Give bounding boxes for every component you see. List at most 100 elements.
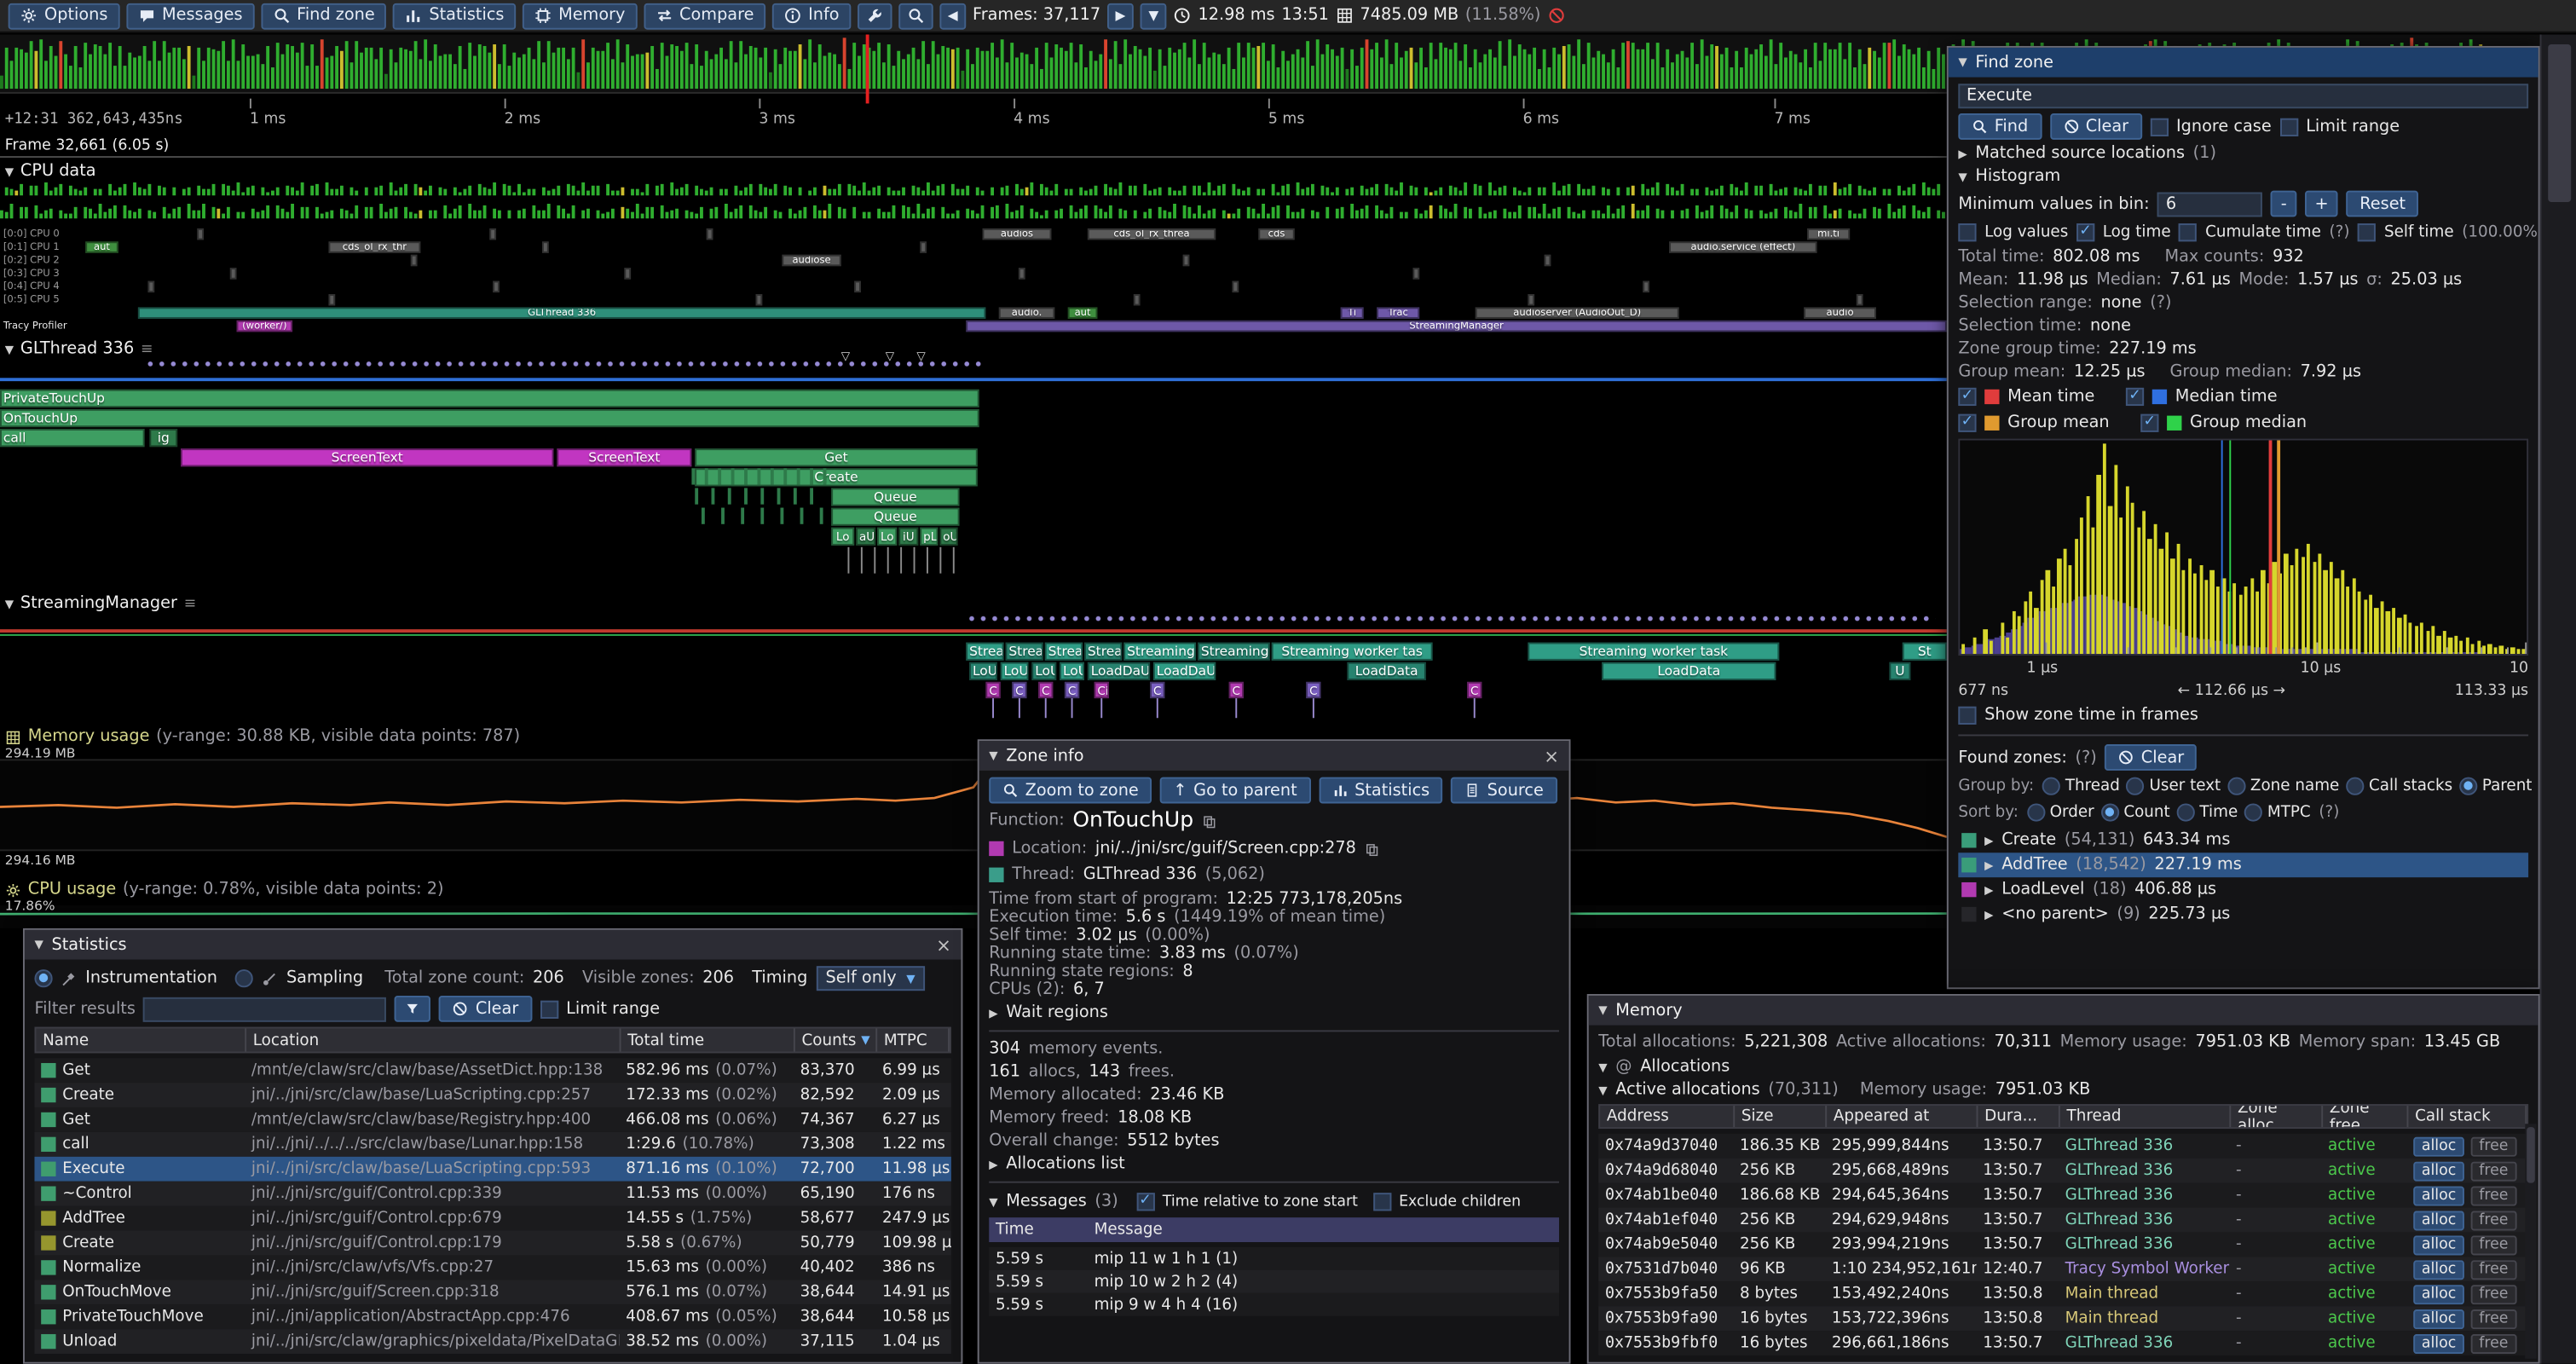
glthread-message-dots[interactable] [145, 360, 983, 368]
collapsed-zone-marker[interactable]: ▽ [916, 350, 925, 363]
group-median-checkbox[interactable]: ✓ [2140, 414, 2158, 432]
stats-clear-button[interactable]: Clear [439, 996, 531, 1022]
column-header[interactable]: Zone alloc [2231, 1106, 2323, 1127]
allocation-row[interactable]: 0x74ab9e5040 256 KB 293,994,219ns 13:50.… [1598, 1232, 2528, 1257]
cpu-zone[interactable] [854, 281, 861, 292]
free-callstack-button[interactable]: free [2471, 1186, 2516, 1205]
column-header[interactable]: Name [36, 1028, 246, 1051]
info-button[interactable]: Info [772, 3, 851, 29]
zone[interactable]: Streaming [1198, 643, 1270, 661]
zone[interactable]: Strea [1006, 643, 1043, 661]
find-zone-query-input[interactable] [1958, 84, 2528, 108]
cpu-zone[interactable]: aut [1068, 307, 1098, 318]
cpu-zone[interactable]: (worker/) [237, 321, 293, 332]
cpu-zone[interactable]: audio. [999, 307, 1055, 318]
ignore-case-checkbox[interactable] [2150, 118, 2168, 136]
zone[interactable]: iU [898, 528, 918, 546]
zone[interactable]: Create [695, 468, 977, 486]
zone-time-histogram[interactable] [1958, 439, 2528, 656]
zone[interactable]: Queue [831, 508, 959, 526]
column-header[interactable]: MTPC [877, 1028, 950, 1051]
cpu-zone[interactable]: aut [85, 241, 118, 252]
group-by-option[interactable]: Thread [2042, 777, 2120, 795]
cpu-data-header[interactable]: ▼ CPU data [5, 163, 96, 181]
column-header[interactable]: Location [246, 1028, 621, 1051]
allocation-row[interactable]: 0x7531d7b040 96 KB 1:10 234,952,161ns 12… [1598, 1257, 2528, 1281]
zone[interactable]: oUp [939, 528, 957, 546]
zone[interactable]: St [1903, 643, 1947, 661]
cpu-usage-plot[interactable] [0, 905, 1947, 928]
free-callstack-button[interactable]: free [2471, 1333, 2516, 1353]
statistics-row[interactable]: Get /mnt/e/claw/src/claw/base/Registry.h… [34, 1107, 950, 1132]
sort-by-option[interactable]: ● Count [2100, 803, 2169, 821]
statistics-row[interactable]: PrivateTouchMove jni/../jni/application/… [34, 1304, 950, 1329]
cpu-zone[interactable]: audios [983, 228, 1052, 240]
radio-button[interactable] [2127, 777, 2145, 795]
zone-group-row[interactable]: ▶ LoadLevel (18) 406.88 µs [1958, 877, 2528, 902]
free-callstack-button[interactable]: free [2471, 1136, 2516, 1156]
zone[interactable]: C [985, 682, 1000, 698]
cpu-zone[interactable]: Trac [1377, 307, 1419, 318]
matched-source-locations-tree[interactable]: ▶ Matched source locations (1) [1958, 145, 2528, 163]
cpu-zone[interactable]: mi.ti [1807, 228, 1850, 240]
zone[interactable]: C [1012, 682, 1026, 698]
thread-options-icon[interactable]: ≡ [184, 596, 197, 612]
min-bin-decrease-button[interactable]: - [2271, 191, 2296, 217]
histogram-tree[interactable]: ▼ Histogram [1958, 168, 2528, 186]
zone[interactable]: ig [149, 429, 177, 447]
free-callstack-button[interactable]: free [2471, 1309, 2516, 1328]
glthread-header[interactable]: ▼ GLThread 336 ≡ [5, 340, 153, 358]
alloc-callstack-button[interactable]: alloc [2413, 1186, 2464, 1205]
radio-button[interactable] [2027, 803, 2045, 821]
zone[interactable]: ScreenText [181, 448, 553, 466]
radio-button[interactable] [2227, 777, 2245, 795]
statistics-row[interactable]: ~Control jni/../jni/src/guif/Control.cpp… [34, 1182, 950, 1206]
zone-info-titlebar[interactable]: ▼ Zone info × [979, 741, 1569, 771]
sort-by-option[interactable]: Order [2027, 803, 2094, 821]
zone[interactable]: Queue [831, 488, 959, 506]
cpu-zone[interactable]: Ti [1341, 307, 1364, 318]
statistics-titlebar[interactable]: ▼ Statistics × [25, 930, 962, 960]
instrumentation-radio[interactable]: ● [34, 969, 52, 987]
column-header[interactable]: Message [1088, 1221, 1559, 1239]
zone[interactable]: LoadDaU [1088, 662, 1150, 680]
cpu-zone[interactable] [1134, 294, 1141, 305]
allocation-row[interactable]: 0x7553b9fa50 8 bytes 153,492,240ns 13:50… [1598, 1281, 2528, 1306]
zone[interactable]: C [1306, 682, 1320, 698]
column-header[interactable]: Zone free [2323, 1106, 2408, 1127]
cpu-zone[interactable] [197, 228, 204, 240]
min-bin-input[interactable] [2157, 192, 2262, 217]
memory-table-scrollbar[interactable] [2525, 1124, 2536, 1359]
zone[interactable]: Strea [1045, 643, 1083, 661]
main-scrollbar[interactable] [2540, 34, 2576, 1363]
zone[interactable]: Lo [831, 528, 854, 546]
cpu-zone[interactable] [411, 255, 418, 266]
free-callstack-button[interactable]: free [2471, 1284, 2516, 1303]
group-by-option[interactable]: Zone name [2227, 777, 2339, 795]
cpu-zone[interactable]: audio [1804, 307, 1876, 318]
allocations-tree[interactable]: ▼ @ Allocations [1598, 1058, 2528, 1076]
cpu-zone[interactable]: audioserver (AudioOut_D) [1476, 307, 1679, 318]
memory-titlebar[interactable]: ▼ Memory [1589, 996, 2538, 1026]
close-icon[interactable]: × [1544, 745, 1559, 766]
zone[interactable]: C [1467, 682, 1481, 698]
prev-frame-button[interactable]: ◀ [939, 3, 966, 29]
sampling-radio[interactable] [235, 969, 253, 987]
statistics-row[interactable]: Get /mnt/e/claw/src/claw/base/AssetDict.… [34, 1058, 950, 1083]
cpu-zone[interactable] [920, 241, 927, 252]
allocations-list-tree[interactable]: ▶ Allocations list [989, 1155, 1559, 1173]
cpu-zone[interactable] [1183, 255, 1190, 266]
column-header[interactable]: Thread [2060, 1106, 2231, 1127]
zone[interactable]: Streaming worker tas [1272, 643, 1433, 661]
glthread-zones[interactable]: PrivateTouchUpOnTouchUpcalligScreenTextS… [0, 390, 1947, 581]
alloc-callstack-button[interactable]: alloc [2413, 1309, 2464, 1328]
column-header[interactable]: Dura... [1978, 1106, 2059, 1127]
free-callstack-button[interactable]: free [2471, 1210, 2516, 1229]
streamingmanager-header[interactable]: ▼ StreamingManager ≡ [5, 595, 196, 613]
zone[interactable]: OnTouchUp [0, 409, 979, 427]
zone[interactable]: C [1038, 682, 1053, 698]
source-button[interactable]: Source [1451, 777, 1557, 804]
cpu-zone[interactable]: cds_ol_rx_threa [1088, 228, 1216, 240]
alloc-callstack-button[interactable]: alloc [2413, 1136, 2464, 1156]
free-callstack-button[interactable]: free [2471, 1259, 2516, 1279]
